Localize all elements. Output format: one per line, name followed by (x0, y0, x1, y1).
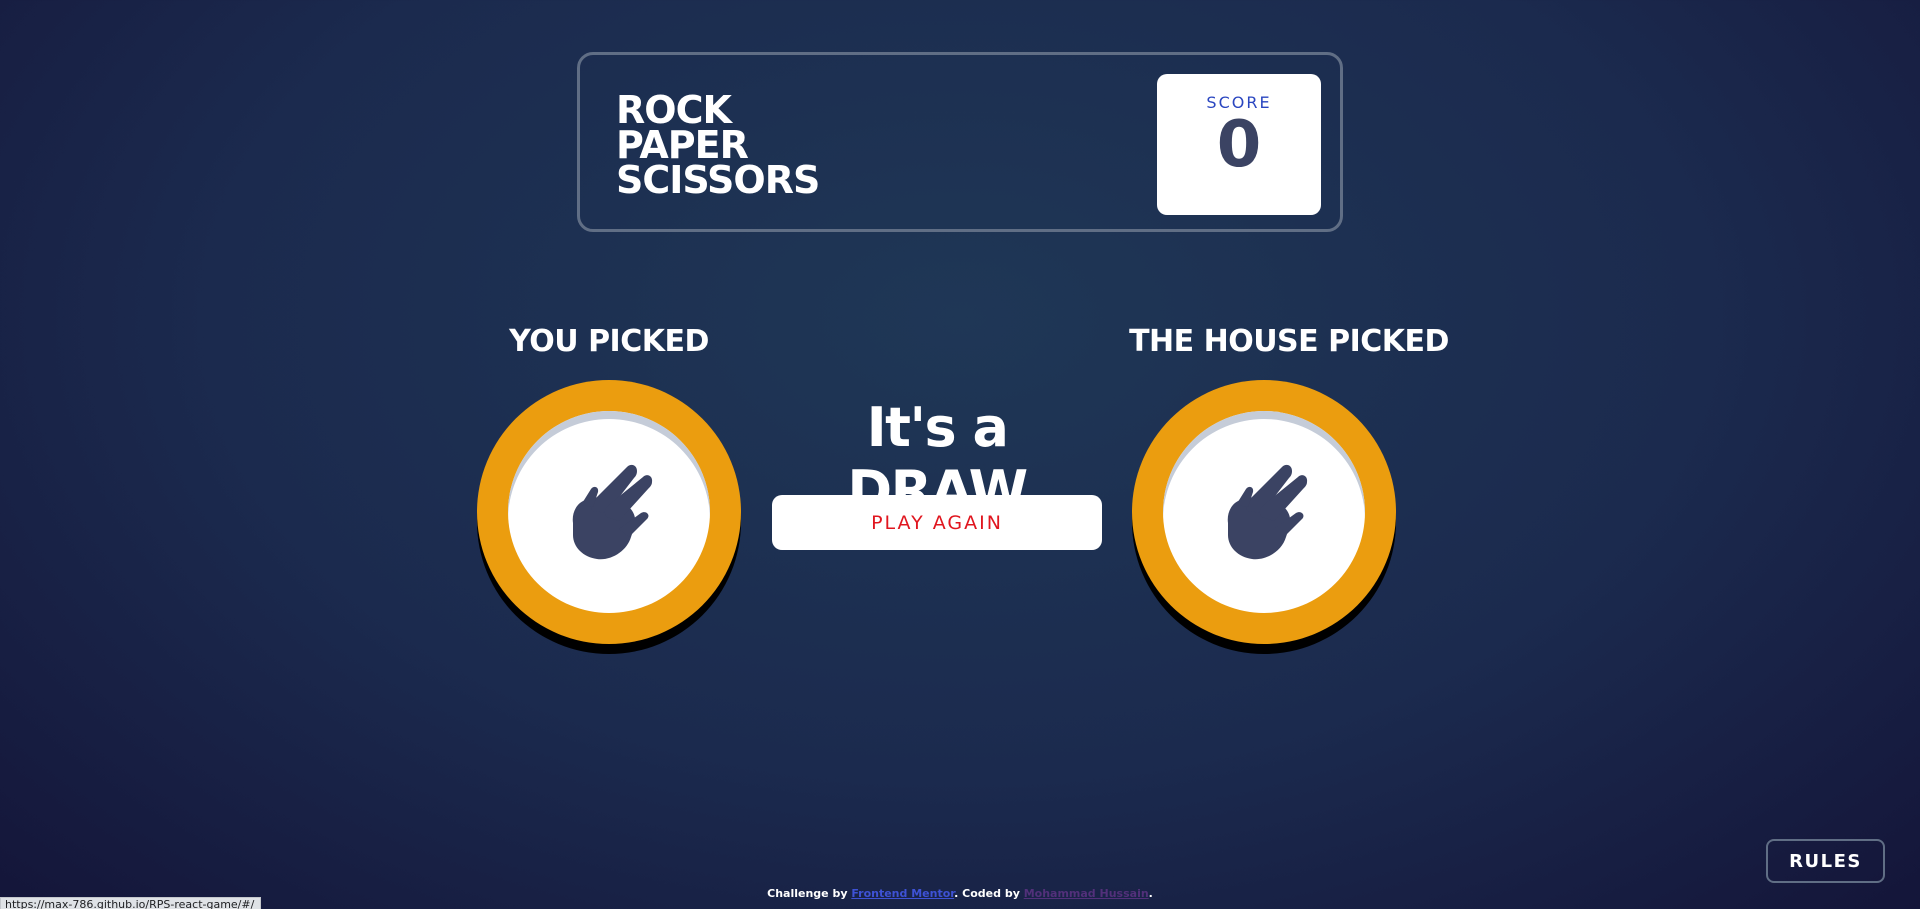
player-pick-label: YOU PICKED (509, 324, 709, 359)
attribution-footer: Challenge by Frontend Mentor. Coded by M… (0, 887, 1920, 900)
house-scissors-token (1132, 380, 1396, 644)
attribution-suffix: . (1148, 887, 1153, 900)
author-link[interactable]: Mohammad Hussain (1024, 887, 1149, 900)
score-box: SCORE 0 (1157, 74, 1321, 215)
player-scissors-token (477, 380, 741, 644)
challenge-prefix: Challenge by (767, 887, 852, 900)
header-panel: ROCK PAPER SCISSORS SCORE 0 (577, 52, 1343, 232)
title-line-scissors: SCISSORS (616, 158, 820, 202)
coded-prefix: . Coded by (954, 887, 1024, 900)
browser-status-url: https://max-786.github.io/RPS-react-game… (0, 897, 262, 909)
game-title: ROCK PAPER SCISSORS (616, 91, 820, 202)
rules-button[interactable]: RULES (1766, 839, 1885, 883)
house-pick-label: THE HOUSE PICKED (1129, 324, 1449, 359)
play-again-button[interactable]: PLAY AGAIN (772, 495, 1102, 550)
score-value: 0 (1216, 108, 1262, 182)
frontend-mentor-link[interactable]: Frontend Mentor (851, 887, 954, 900)
scissors-hand-icon (572, 464, 653, 560)
token-face (508, 411, 710, 613)
scissors-hand-icon (1227, 464, 1308, 560)
token-face (1163, 411, 1365, 613)
